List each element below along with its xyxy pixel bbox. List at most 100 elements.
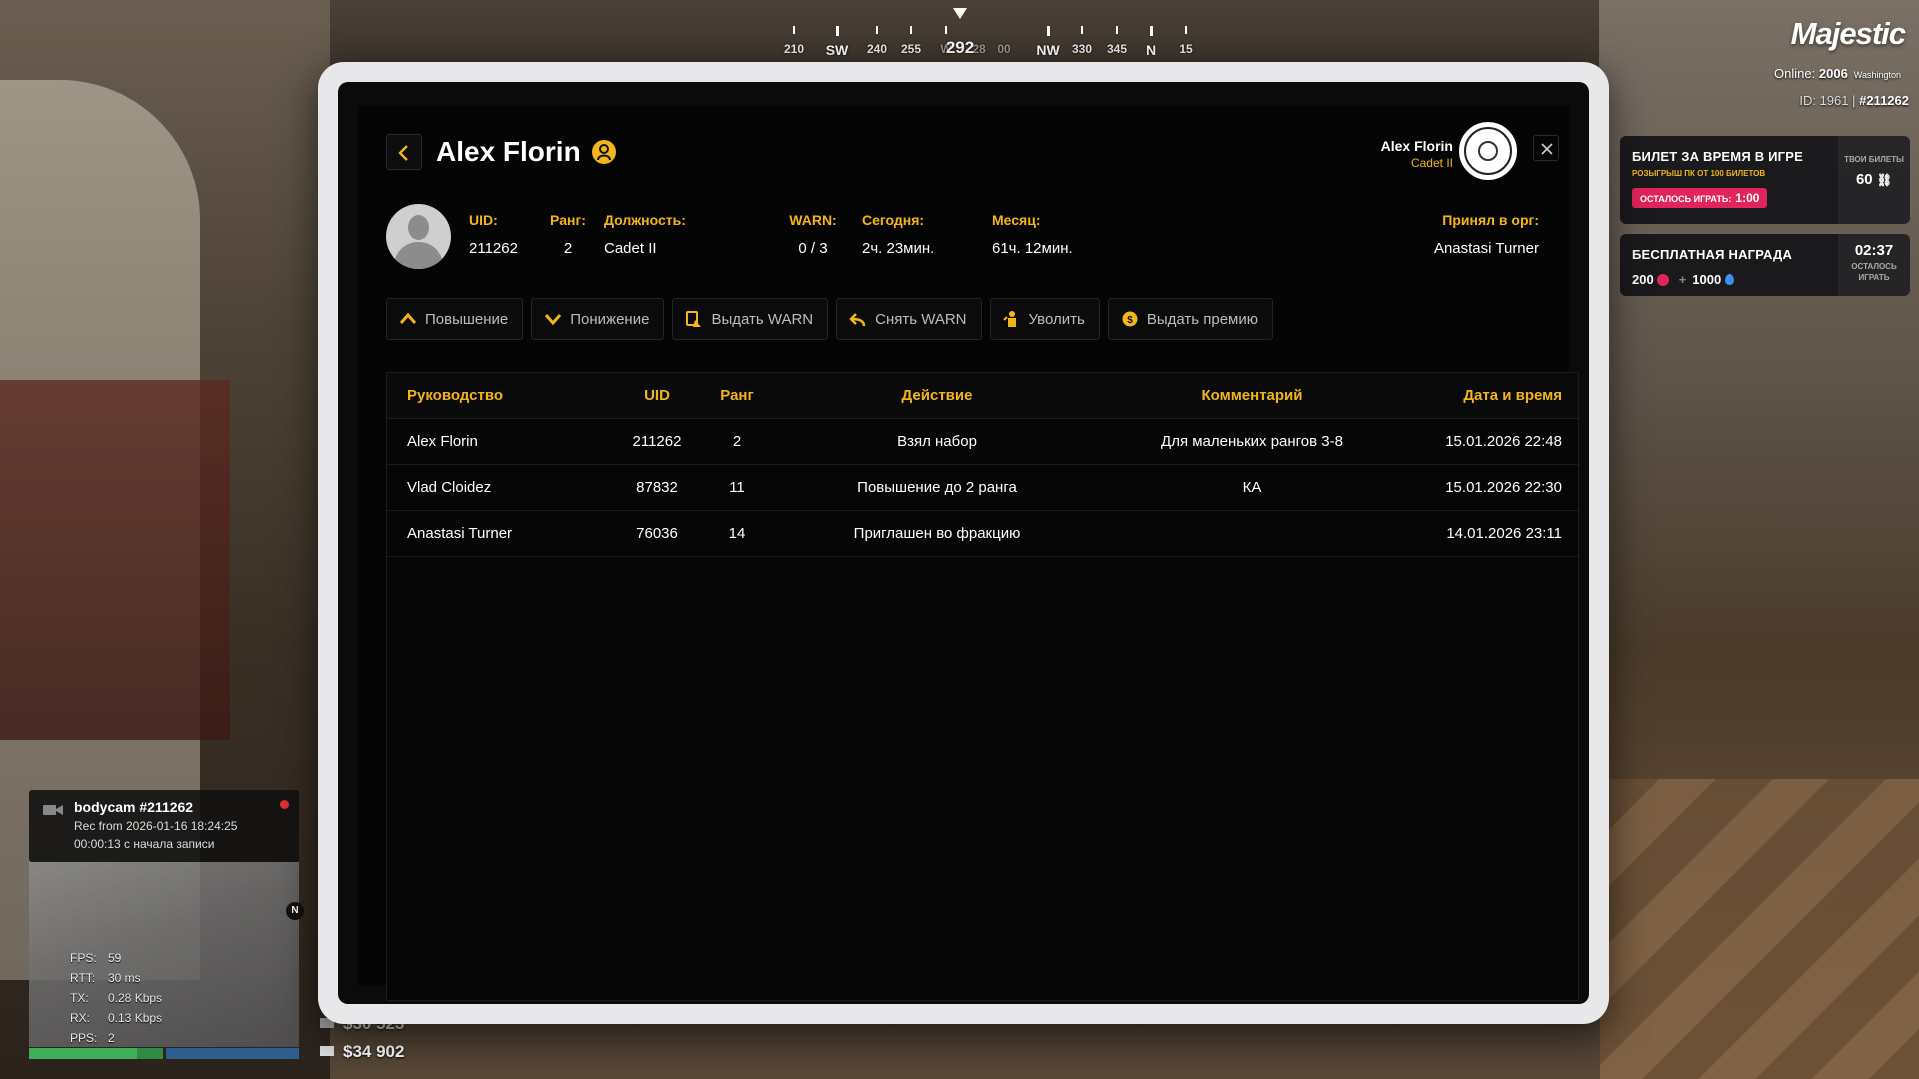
table-cell: 14.01.2026 23:11 bbox=[1446, 525, 1562, 542]
chevron-up-icon bbox=[399, 312, 417, 324]
bodycam-rec-from: Rec from 2026-01-16 18:24:25 bbox=[74, 819, 238, 833]
member-panel: Alex Florin Alex Florin Cadet II UID: 21… bbox=[358, 106, 1579, 1001]
action-button-label: Повышение bbox=[425, 310, 509, 328]
faction-seal-icon bbox=[1459, 122, 1517, 180]
compass-tick bbox=[1047, 26, 1050, 36]
bodycam-title: bodycam #211262 bbox=[74, 799, 194, 815]
compass-tick bbox=[945, 26, 947, 34]
net-stats: FPS: 59 RTT: 30 ms TX: 0.28 Kbps RX: 0.13 Kbps P… bbox=[70, 948, 162, 1048]
compass-tick bbox=[836, 26, 839, 36]
action-button[interactable]: Уволить bbox=[989, 298, 1100, 340]
promo-ticket-count: ТВОИ БИЛЕТЫ 60 ⛓ bbox=[1838, 136, 1910, 224]
compass-tick bbox=[1116, 26, 1118, 34]
table-body: Alex Florin 211262 2 Взял набор Для маленьки… bbox=[387, 419, 1578, 557]
promo-reward-amounts: 200 +1000 bbox=[1632, 272, 1735, 287]
compass-label: NW bbox=[1036, 42, 1060, 58]
current-user-rank: Cadet II bbox=[1410, 156, 1453, 170]
table-cell: Приглашен во фракцию bbox=[853, 525, 1021, 542]
close-button[interactable] bbox=[1533, 135, 1559, 161]
scene-bottom bbox=[330, 1020, 1600, 1079]
net-stat-row: TX: 0.28 Kbps bbox=[70, 991, 163, 1005]
action-button[interactable]: Выдать WARN bbox=[672, 298, 829, 340]
compass-label: 15 bbox=[1179, 42, 1193, 56]
table-cell: Vlad Cloidez bbox=[407, 479, 492, 496]
table-cell: 2 bbox=[732, 433, 742, 450]
compass-heading: 292 bbox=[945, 38, 975, 57]
net-stat-row: PPS: 2 bbox=[70, 1031, 115, 1045]
action-button-label: Снять WARN bbox=[875, 310, 967, 328]
user-badge-icon bbox=[592, 140, 616, 164]
history-table: Руководство UID Ранг Действие Комментарий Дат… bbox=[386, 372, 1579, 1001]
brand-logo: Majestic bbox=[1790, 16, 1906, 51]
stat-month: Месяц: 61ч. 12мин. bbox=[992, 212, 1073, 257]
table-cell: 15.01.2026 22:48 bbox=[1445, 433, 1562, 450]
net-stat-row: RX: 0.13 Kbps bbox=[70, 1011, 163, 1025]
scene-bookshelf bbox=[0, 380, 230, 740]
table-cell: КА bbox=[1242, 479, 1262, 496]
table-cell: Для маленьких рангов 3-8 bbox=[1161, 433, 1343, 450]
back-button[interactable] bbox=[386, 134, 422, 170]
cash-money: $34 902 bbox=[320, 1042, 404, 1062]
compass-tick bbox=[1185, 26, 1187, 34]
compass-tick bbox=[910, 26, 912, 34]
compass-label: 28 bbox=[972, 42, 986, 56]
chevron-left-icon bbox=[398, 145, 408, 161]
action-button-label: Выдать WARN bbox=[711, 310, 814, 328]
svg-text:$: $ bbox=[1127, 315, 1133, 326]
table-header: Руководство UID Ранг Действие Комментарий Дат… bbox=[387, 373, 1578, 419]
net-stat-row: RTT: 30 ms bbox=[70, 971, 141, 985]
warn-doc-icon bbox=[686, 311, 702, 327]
table-cell: 11 bbox=[729, 479, 745, 496]
online-counter: Online: 2006 Washington bbox=[1774, 66, 1901, 81]
chevron-down-icon bbox=[545, 314, 562, 326]
compass-label: 255 bbox=[900, 42, 922, 56]
stat-position: Должность: Cadet II bbox=[604, 212, 686, 257]
ticket-icon: ⛓ bbox=[1876, 173, 1893, 187]
stat-uid: UID: 211262 bbox=[469, 212, 518, 257]
health-bar-fill bbox=[29, 1048, 137, 1059]
action-button-label: Выдать премию bbox=[1146, 310, 1258, 328]
net-stat-row: FPS: 59 bbox=[70, 951, 122, 965]
tablet-frame: Alex Florin Alex Florin Cadet II UID: 21… bbox=[318, 62, 1609, 1024]
table-cell: 14 bbox=[728, 525, 746, 542]
coin-icon bbox=[1656, 274, 1669, 286]
stat-rank: Ранг: 2 bbox=[550, 212, 586, 257]
action-button-label: Уволить bbox=[1028, 310, 1085, 328]
column-header: Действие bbox=[901, 387, 973, 404]
table-cell: Alex Florin bbox=[407, 433, 478, 450]
member-name: Alex Florin bbox=[436, 136, 581, 167]
drop-icon bbox=[1725, 274, 1735, 285]
compass-tick bbox=[1081, 26, 1083, 34]
compass-label: N bbox=[1145, 42, 1157, 58]
stat-hired-by: Принял в орг: Anastasi Turner bbox=[1433, 212, 1539, 257]
promo-ticket-subtitle: РОЗЫГРЫШ ПК ОТ 100 БИЛЕТОВ bbox=[1632, 169, 1766, 178]
stat-today: Сегодня: 2ч. 23мин. bbox=[862, 212, 935, 257]
fire-user-icon bbox=[1002, 311, 1016, 327]
compass-label: SW bbox=[825, 42, 849, 58]
promo-ticket-card[interactable]: БИЛЕТ ЗА ВРЕМЯ В ИГРЕ РОЗЫГРЫШ ПК ОТ 100… bbox=[1620, 136, 1910, 224]
avatar bbox=[386, 204, 451, 269]
table-cell: Взял набор bbox=[897, 433, 977, 450]
table-cell: 211262 bbox=[632, 433, 682, 450]
column-header: Комментарий bbox=[1201, 387, 1303, 404]
action-toolbar: Повышение Понижение Выдать WARN Снять WARN У… bbox=[386, 298, 1273, 340]
action-button[interactable]: Понижение bbox=[531, 298, 665, 340]
table-cell: 15.01.2026 22:30 bbox=[1445, 479, 1562, 496]
compass-tick bbox=[793, 26, 795, 34]
action-button[interactable]: Снять WARN bbox=[836, 298, 982, 340]
column-header: UID bbox=[644, 387, 670, 404]
promo-reward-title: БЕСПЛАТНАЯ НАГРАДА bbox=[1632, 247, 1793, 262]
compass-label: 00 bbox=[997, 42, 1011, 56]
action-button[interactable]: Повышение bbox=[386, 298, 524, 340]
promo-reward-timer: 02:37 ОСТАЛОСЬ ИГРАТЬ bbox=[1838, 234, 1910, 296]
column-header: Ранг bbox=[720, 387, 754, 404]
camera-icon bbox=[43, 805, 63, 815]
bodycam-elapsed: 00:00:13 с начала записи bbox=[74, 837, 215, 851]
tablet-screen: Alex Florin Alex Florin Cadet II UID: 21… bbox=[338, 82, 1589, 1004]
compass-label: 240 bbox=[866, 42, 888, 56]
action-button[interactable]: $ Выдать премию bbox=[1107, 298, 1273, 340]
compass-tick bbox=[876, 26, 878, 34]
table-cell: Anastasi Turner bbox=[407, 525, 513, 542]
promo-reward-card[interactable]: БЕСПЛАТНАЯ НАГРАДА 200 +1000 02:37 ОСТАЛО… bbox=[1620, 234, 1910, 296]
bodycam-panel: bodycam #211262 Rec from 2026-01-16 18:2… bbox=[29, 790, 299, 862]
